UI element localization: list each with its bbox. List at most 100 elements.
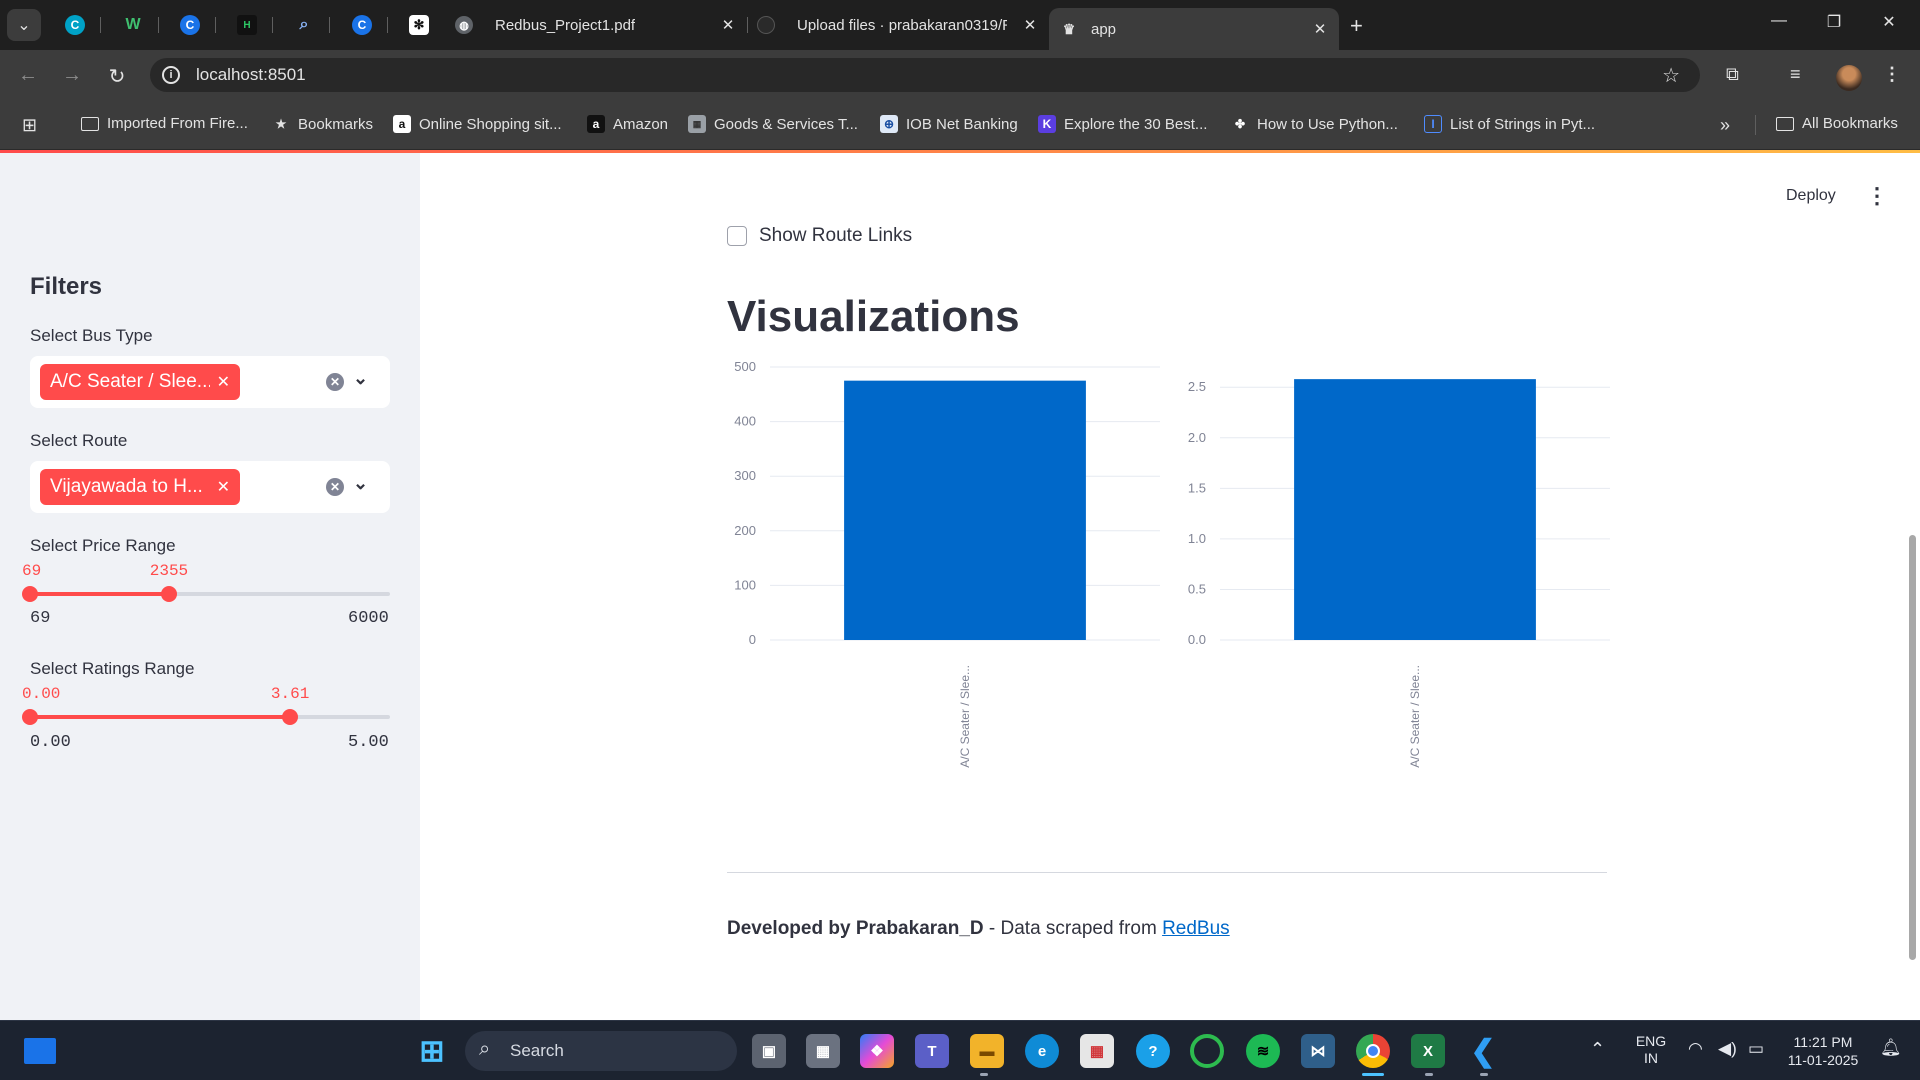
crown-icon: ♛ (1062, 20, 1076, 37)
pinned-tab-chatgpt[interactable]: ✻ (404, 10, 434, 40)
y-tick-label: 200 (734, 523, 756, 538)
edge-icon[interactable]: e (1025, 1034, 1059, 1068)
taskbar-search[interactable]: ⌕ Search (465, 1031, 737, 1071)
battery-icon[interactable]: ▭ (1748, 1039, 1764, 1059)
help-icon[interactable]: ? (1136, 1034, 1170, 1068)
volume-icon[interactable]: ◀) (1718, 1039, 1737, 1059)
minimize-button[interactable]: — (1756, 12, 1802, 30)
github-icon (757, 16, 775, 34)
close-icon[interactable]: ✕ (1021, 16, 1039, 34)
x-tick-label: A/C Seater / Slee... (1408, 665, 1422, 768)
forward-button[interactable]: → (58, 64, 86, 87)
clear-icon[interactable]: ✕ (326, 373, 344, 391)
bookmark-item[interactable]: ★ Bookmarks (272, 115, 373, 133)
file-explorer-icon[interactable]: ▬ (970, 1034, 1004, 1068)
bus-type-multiselect[interactable]: A/C Seater / Slee... ✕ ✕ ⌄ (30, 356, 390, 408)
tab-redbus-pdf[interactable]: ◍ Redbus_Project1.pdf ✕ (455, 8, 747, 42)
ratings-slider-low-thumb[interactable] (22, 709, 38, 725)
spotify-icon[interactable]: ≋ (1246, 1034, 1280, 1068)
media-controls-icon[interactable]: ≡ (1790, 64, 1801, 85)
copilot-icon[interactable]: ❖ (860, 1034, 894, 1068)
profile-avatar[interactable] (1836, 65, 1862, 91)
remove-chip-icon[interactable]: ✕ (217, 477, 230, 497)
apps-grid-icon[interactable]: ⊞ (22, 115, 37, 136)
price-min-label: 69 (30, 609, 51, 628)
bookmark-item[interactable]: I List of Strings in Pyt... (1424, 115, 1595, 133)
pinned-tab-hr[interactable]: H (232, 10, 262, 40)
browser-menu-icon[interactable]: ⋮ (1883, 64, 1901, 85)
language-indicator[interactable]: ENG IN (1630, 1033, 1672, 1067)
close-icon[interactable]: ✕ (719, 16, 737, 34)
window-close-button[interactable]: ✕ (1866, 12, 1912, 32)
chrome-icon[interactable] (1356, 1034, 1390, 1068)
show-route-links-checkbox[interactable] (727, 226, 747, 246)
bookmark-item[interactable]: Imported From Fire... (81, 115, 248, 132)
tab-search-button[interactable]: ⌄ (7, 9, 41, 41)
all-bookmarks[interactable]: All Bookmarks (1776, 115, 1898, 132)
back-button[interactable]: ← (14, 64, 42, 87)
redbus-link[interactable]: RedBus (1162, 918, 1230, 939)
pinned-tab-c2[interactable]: C (347, 10, 377, 40)
close-icon[interactable]: ✕ (1311, 20, 1329, 38)
price-slider-low-thumb[interactable] (22, 586, 38, 602)
clear-icon[interactable]: ✕ (326, 478, 344, 496)
tab-title: app (1091, 20, 1117, 38)
route-multiselect[interactable]: Vijayawada to H... ✕ ✕ ⌄ (30, 461, 390, 513)
clock[interactable]: 11:21 PM 11-01-2025 (1778, 1033, 1868, 1069)
notifications-bell-icon[interactable]: 🔔︎ (1880, 1038, 1902, 1058)
store-icon[interactable]: ▦ (1080, 1034, 1114, 1068)
tab-app-active[interactable]: ♛ app ✕ (1049, 8, 1339, 50)
tab-separator (100, 17, 101, 33)
extensions-icon[interactable]: ⧉ (1726, 64, 1739, 85)
widgets-icon[interactable] (24, 1038, 56, 1064)
address-bar[interactable]: i localhost:8501 ☆ (150, 58, 1700, 92)
search-label: Search (510, 1041, 564, 1060)
info-icon[interactable]: i (162, 66, 180, 84)
reload-button[interactable]: ↻ (103, 64, 131, 89)
sidebar-title: Filters (30, 273, 103, 300)
deploy-button[interactable]: Deploy (1786, 187, 1836, 205)
bookmark-item[interactable]: K Explore the 30 Best... (1038, 115, 1207, 133)
wifi-icon[interactable]: ◠ (1688, 1039, 1703, 1059)
mysql-workbench-icon[interactable]: ⋈ (1301, 1034, 1335, 1068)
y-tick-label: 2.0 (1188, 430, 1206, 445)
vscode-icon[interactable]: ❮ (1466, 1034, 1500, 1068)
more-bookmarks-icon[interactable]: » (1720, 115, 1730, 136)
pinned-tab-c[interactable]: C (175, 10, 205, 40)
c-logo-icon: C (352, 15, 372, 35)
task-view-icon[interactable]: ▣ (752, 1034, 786, 1068)
bookmark-label: Imported From Fire... (107, 115, 248, 132)
chevron-down-icon[interactable]: ⌄ (353, 368, 368, 389)
calculator-icon[interactable]: ▦ (806, 1034, 840, 1068)
ratings-slider[interactable] (22, 709, 390, 725)
footer-divider (727, 872, 1607, 873)
loop-icon[interactable] (1190, 1034, 1224, 1068)
new-tab-button[interactable]: + (1350, 13, 1363, 39)
pinned-tab-search[interactable]: ⌕ (289, 10, 319, 40)
bookmark-item[interactable]: ✤ How to Use Python... (1231, 115, 1398, 133)
restore-button[interactable]: ❐ (1811, 12, 1857, 32)
show-route-links-label[interactable]: Show Route Links (759, 225, 912, 247)
tray-chevron-up-icon[interactable]: ⌃ (1590, 1039, 1605, 1060)
main-menu-icon[interactable]: ⋮ (1866, 183, 1888, 209)
ratings-slider-fill (30, 715, 290, 719)
teams-icon[interactable]: T (915, 1034, 949, 1068)
bookmark-item[interactable]: ⊕ IOB Net Banking (880, 115, 1018, 133)
bookmark-item[interactable]: a Amazon (587, 115, 668, 133)
price-slider-high-thumb[interactable] (160, 586, 177, 602)
y-tick-label: 300 (734, 468, 756, 483)
pinned-tab-canva[interactable]: C (60, 10, 90, 40)
bookmark-item[interactable]: a Online Shopping sit... (393, 115, 562, 133)
pinned-tab-w[interactable]: W (118, 10, 148, 40)
chevron-down-icon[interactable]: ⌄ (353, 473, 368, 494)
excel-icon[interactable]: X (1411, 1034, 1445, 1068)
ratings-slider-high-thumb[interactable] (281, 709, 298, 725)
remove-chip-icon[interactable]: ✕ (217, 372, 230, 392)
price-slider[interactable] (22, 586, 390, 602)
bookmark-star-icon[interactable]: ☆ (1662, 63, 1680, 88)
bookmark-item[interactable]: ▦ Goods & Services T... (688, 115, 858, 133)
scrollbar[interactable] (1909, 535, 1916, 960)
tab-upload-files[interactable]: Upload files · prabakaran0319/R ✕ (757, 8, 1049, 42)
list-icon: I (1424, 115, 1442, 133)
windows-start-icon[interactable]: ⊞ (415, 1034, 449, 1068)
